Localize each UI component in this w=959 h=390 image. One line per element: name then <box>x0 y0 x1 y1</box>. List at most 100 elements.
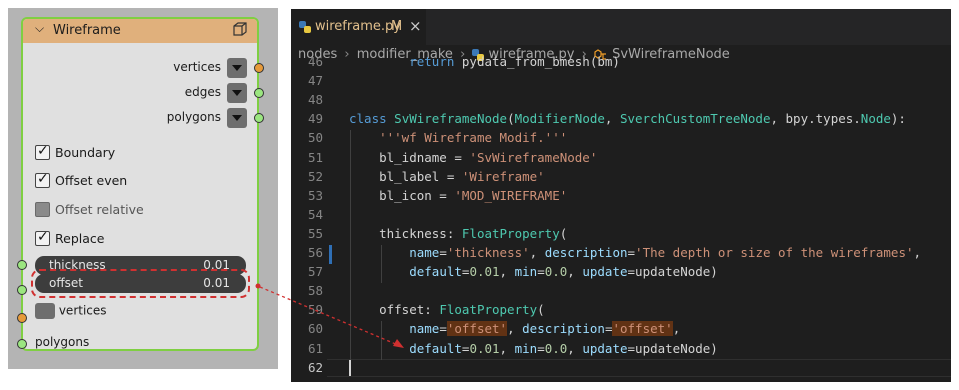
input-socket-polygons[interactable] <box>17 339 27 349</box>
line-number: 62 <box>307 359 323 375</box>
checkbox-checked-icon[interactable] <box>35 143 50 160</box>
line-number: 58 <box>307 283 323 299</box>
breadcrumb-item[interactable]: SvWireframeNode <box>612 47 730 62</box>
line-number: 46 <box>307 54 323 69</box>
checkbox-unchecked-icon[interactable] <box>35 202 50 217</box>
line-number: 57 <box>307 264 323 280</box>
offset-slider[interactable]: offset 0.01 <box>35 274 246 293</box>
code-editor: wireframe.py M × nodes › modifier_make ›… <box>291 9 951 382</box>
git-modified-marker <box>329 245 332 265</box>
code-token: FloatProperty <box>439 302 538 318</box>
checkbox-label: Offset even <box>55 173 128 188</box>
code-token: 0.0 <box>544 340 568 356</box>
node-header[interactable]: ⌵ Wireframe <box>23 19 257 43</box>
code-line[interactable]: thickness: FloatProperty( <box>349 226 567 241</box>
code-token: bl_label = <box>349 168 462 184</box>
polygons-dropdown-button[interactable] <box>227 108 247 128</box>
code-token: ModifierNode <box>514 111 605 127</box>
checkbox-checked-icon[interactable] <box>35 229 50 246</box>
line-number: 54 <box>307 206 323 222</box>
checkbox-checked-icon[interactable] <box>35 171 50 188</box>
code-token: , <box>499 340 515 356</box>
code-line[interactable]: bl_icon = 'MOD_WIREFRAME' <box>349 188 567 203</box>
python-file-icon <box>299 21 311 33</box>
line-number: 52 <box>307 168 323 184</box>
code-line[interactable]: name='thickness', description='The depth… <box>349 245 921 260</box>
code-token: , <box>567 340 583 356</box>
output-socket-vertices[interactable] <box>254 63 264 73</box>
code-token: thickness: <box>349 225 462 241</box>
code-token: pydata_from_bmesh(bm) <box>454 54 620 69</box>
tab-wireframe-py[interactable]: wireframe.py M × <box>291 9 426 45</box>
code-token: =updateNode) <box>627 340 718 356</box>
output-socket-edges[interactable] <box>254 88 264 98</box>
text-cursor <box>349 359 351 376</box>
code-token: FloatProperty <box>461 225 560 241</box>
indent-guide <box>350 130 351 360</box>
line-number: 47 <box>307 73 323 89</box>
code-token: update <box>582 264 628 280</box>
input-socket-thickness[interactable] <box>17 260 27 270</box>
slider-value: 0.01 <box>203 276 230 290</box>
code-token: = <box>439 245 447 260</box>
input-vertices: vertices <box>35 303 107 319</box>
close-tab-icon[interactable]: × <box>409 17 422 35</box>
code-token: bl_idname = <box>349 149 470 165</box>
output-socket-polygons[interactable] <box>254 113 264 123</box>
vertices-dropdown-button[interactable] <box>227 58 247 78</box>
code-line[interactable]: bl_label = 'Wireframe' <box>349 169 545 184</box>
wireframe-node[interactable]: ⌵ Wireframe vertices edges polygons Boun… <box>17 17 264 351</box>
code-token: , <box>913 245 922 260</box>
tab-bar: wireframe.py M × <box>291 9 951 45</box>
code-token: class <box>349 111 387 127</box>
output-polygons: polygons <box>167 110 221 130</box>
collapse-chevron-icon[interactable]: ⌵ <box>35 21 44 36</box>
line-number: 51 <box>307 149 323 165</box>
code-line[interactable]: return pydata_from_bmesh(bm) <box>349 54 620 69</box>
code-token: = <box>537 264 545 280</box>
code-token: description <box>544 245 628 260</box>
code-line[interactable]: name='offset', description='offset', <box>349 321 681 337</box>
line-number: 56 <box>307 245 323 260</box>
code-line[interactable]: bl_idname = 'SvWireframeNode' <box>349 150 597 165</box>
code-line[interactable]: '''wf Wireframe Modif.''' <box>349 130 567 145</box>
line-number: 55 <box>307 225 323 241</box>
line-number: 49 <box>307 111 323 127</box>
output-label: edges <box>184 85 221 99</box>
line-number: 59 <box>307 302 323 318</box>
code-token: SverchCustomTreeNode <box>619 111 771 127</box>
node-editor-canvas: ⌵ Wireframe vertices edges polygons Boun… <box>8 8 278 369</box>
code-token: , <box>604 111 620 127</box>
code-token: = <box>627 245 636 260</box>
code-line[interactable]: default=0.01, min=0.0, update=updateNode… <box>349 341 718 356</box>
tab-label: wireframe.py <box>315 19 401 34</box>
input-socket-offset[interactable] <box>17 285 27 295</box>
input-socket-vertices[interactable] <box>17 313 27 323</box>
code-token: , <box>672 321 681 337</box>
vertex-picker-icon[interactable] <box>35 303 55 319</box>
code-token: 'The depth or size of the wireframes' <box>635 245 914 260</box>
code-line[interactable]: offset: FloatProperty( <box>349 302 545 317</box>
code-token: 'thickness' <box>446 245 530 260</box>
code-line[interactable]: default=0.01, min=0.0, update=updateNode… <box>349 264 718 279</box>
code-token: 'offset' <box>446 321 508 337</box>
code-line[interactable]: class SvWireframeNode(ModifierNode, Sver… <box>349 111 906 126</box>
code-token: ( <box>537 302 545 318</box>
code-token: '''wf Wireframe Modif.''' <box>379 130 568 146</box>
node-title: Wireframe <box>53 23 121 38</box>
code-token: bl_icon = <box>349 187 455 203</box>
output-label: vertices <box>173 60 221 74</box>
code-token: , <box>507 321 523 337</box>
code-token: return <box>409 54 455 69</box>
code-token: SvWireframeNode <box>394 111 508 127</box>
line-number: 50 <box>307 130 323 146</box>
code-token: name <box>409 245 440 260</box>
code-token: = <box>537 340 545 356</box>
code-token: 'MOD_WIREFRAME' <box>454 187 568 203</box>
current-line-highlight <box>327 358 951 377</box>
line-number: 53 <box>307 187 323 203</box>
edges-dropdown-button[interactable] <box>227 83 247 103</box>
